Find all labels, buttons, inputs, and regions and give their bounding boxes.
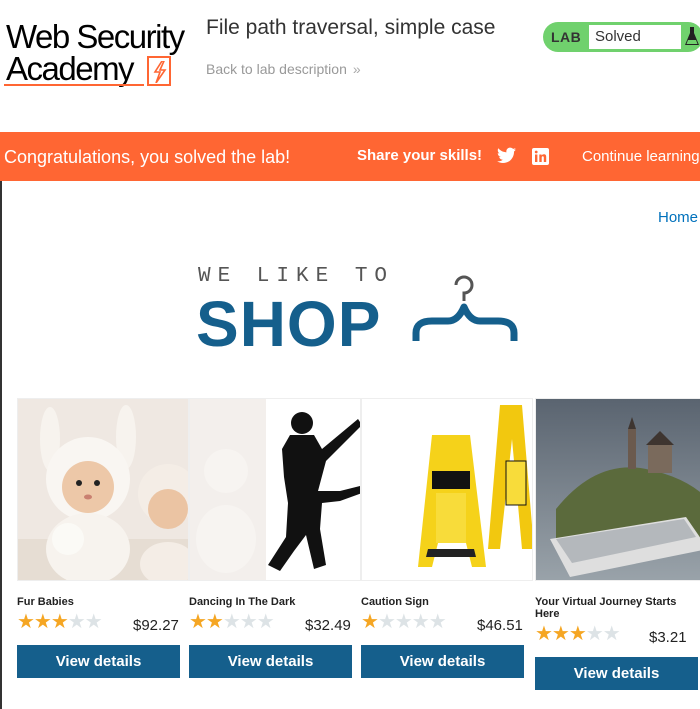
rating-stars: ★★★★★ <box>361 611 447 633</box>
back-to-lab-description-link[interactable]: Back to lab description » <box>206 61 361 77</box>
lab-status-widget: LAB Solved <box>543 22 700 52</box>
product-price: $3.21 <box>649 629 687 646</box>
double-chevron-right-icon: » <box>352 61 361 77</box>
product-name: Fur Babies <box>17 596 74 608</box>
rating-stars: ★★★★★ <box>17 611 103 633</box>
product-name: Caution Sign <box>361 596 429 608</box>
congratulations-message: Congratulations, you solved the lab! <box>4 147 291 167</box>
product-image-virtual-journey[interactable] <box>535 398 700 581</box>
logo-line1: Web Security <box>6 18 185 55</box>
hero-tagline: WE LIKE TO <box>198 265 395 288</box>
twitter-icon[interactable] <box>497 147 516 164</box>
product-grid: Fur Babies ★★★★★ $92.27 View details Dan… <box>17 398 700 709</box>
hanger-icon <box>412 275 518 341</box>
header: Web Security Academy File path traversal… <box>0 0 700 132</box>
lightning-bolt-icon <box>147 56 171 86</box>
logo-underline <box>4 84 144 86</box>
lab-title: File path traversal, simple case <box>206 16 496 39</box>
left-border <box>0 181 2 709</box>
product-image-caution-sign[interactable] <box>361 398 533 581</box>
product-price: $46.51 <box>477 617 523 634</box>
logo-line2: Academy <box>6 50 135 87</box>
back-link-label: Back to lab description <box>206 61 347 77</box>
product-price: $92.27 <box>133 617 179 634</box>
lab-tag: LAB <box>551 29 582 45</box>
flask-icon <box>685 27 699 45</box>
hero-banner: WE LIKE TO SHOP <box>196 263 526 360</box>
product-name: Dancing In The Dark <box>189 596 296 608</box>
lab-status-value: Solved <box>589 25 681 49</box>
linkedin-icon[interactable] <box>532 148 549 165</box>
product-image-dancing-in-the-dark[interactable] <box>189 398 361 581</box>
web-security-academy-logo[interactable]: Web Security Academy <box>4 16 190 92</box>
view-details-button[interactable]: View details <box>17 645 180 678</box>
product-price: $32.49 <box>305 617 351 634</box>
hero-title: SHOP <box>196 288 382 360</box>
view-details-button[interactable]: View details <box>535 657 698 690</box>
rating-stars: ★★★★★ <box>535 623 621 645</box>
view-details-button[interactable]: View details <box>189 645 352 678</box>
home-link[interactable]: Home <box>658 209 698 226</box>
product-name: Your Virtual Journey Starts Here <box>535 596 677 620</box>
solved-banner: Congratulations, you solved the lab! Sha… <box>0 132 700 181</box>
continue-learning-link[interactable]: Continue learning <box>582 148 700 165</box>
product-image-fur-babies[interactable] <box>17 398 189 581</box>
rating-stars: ★★★★★ <box>189 611 275 633</box>
view-details-button[interactable]: View details <box>361 645 524 678</box>
share-skills-label: Share your skills! <box>357 147 483 164</box>
